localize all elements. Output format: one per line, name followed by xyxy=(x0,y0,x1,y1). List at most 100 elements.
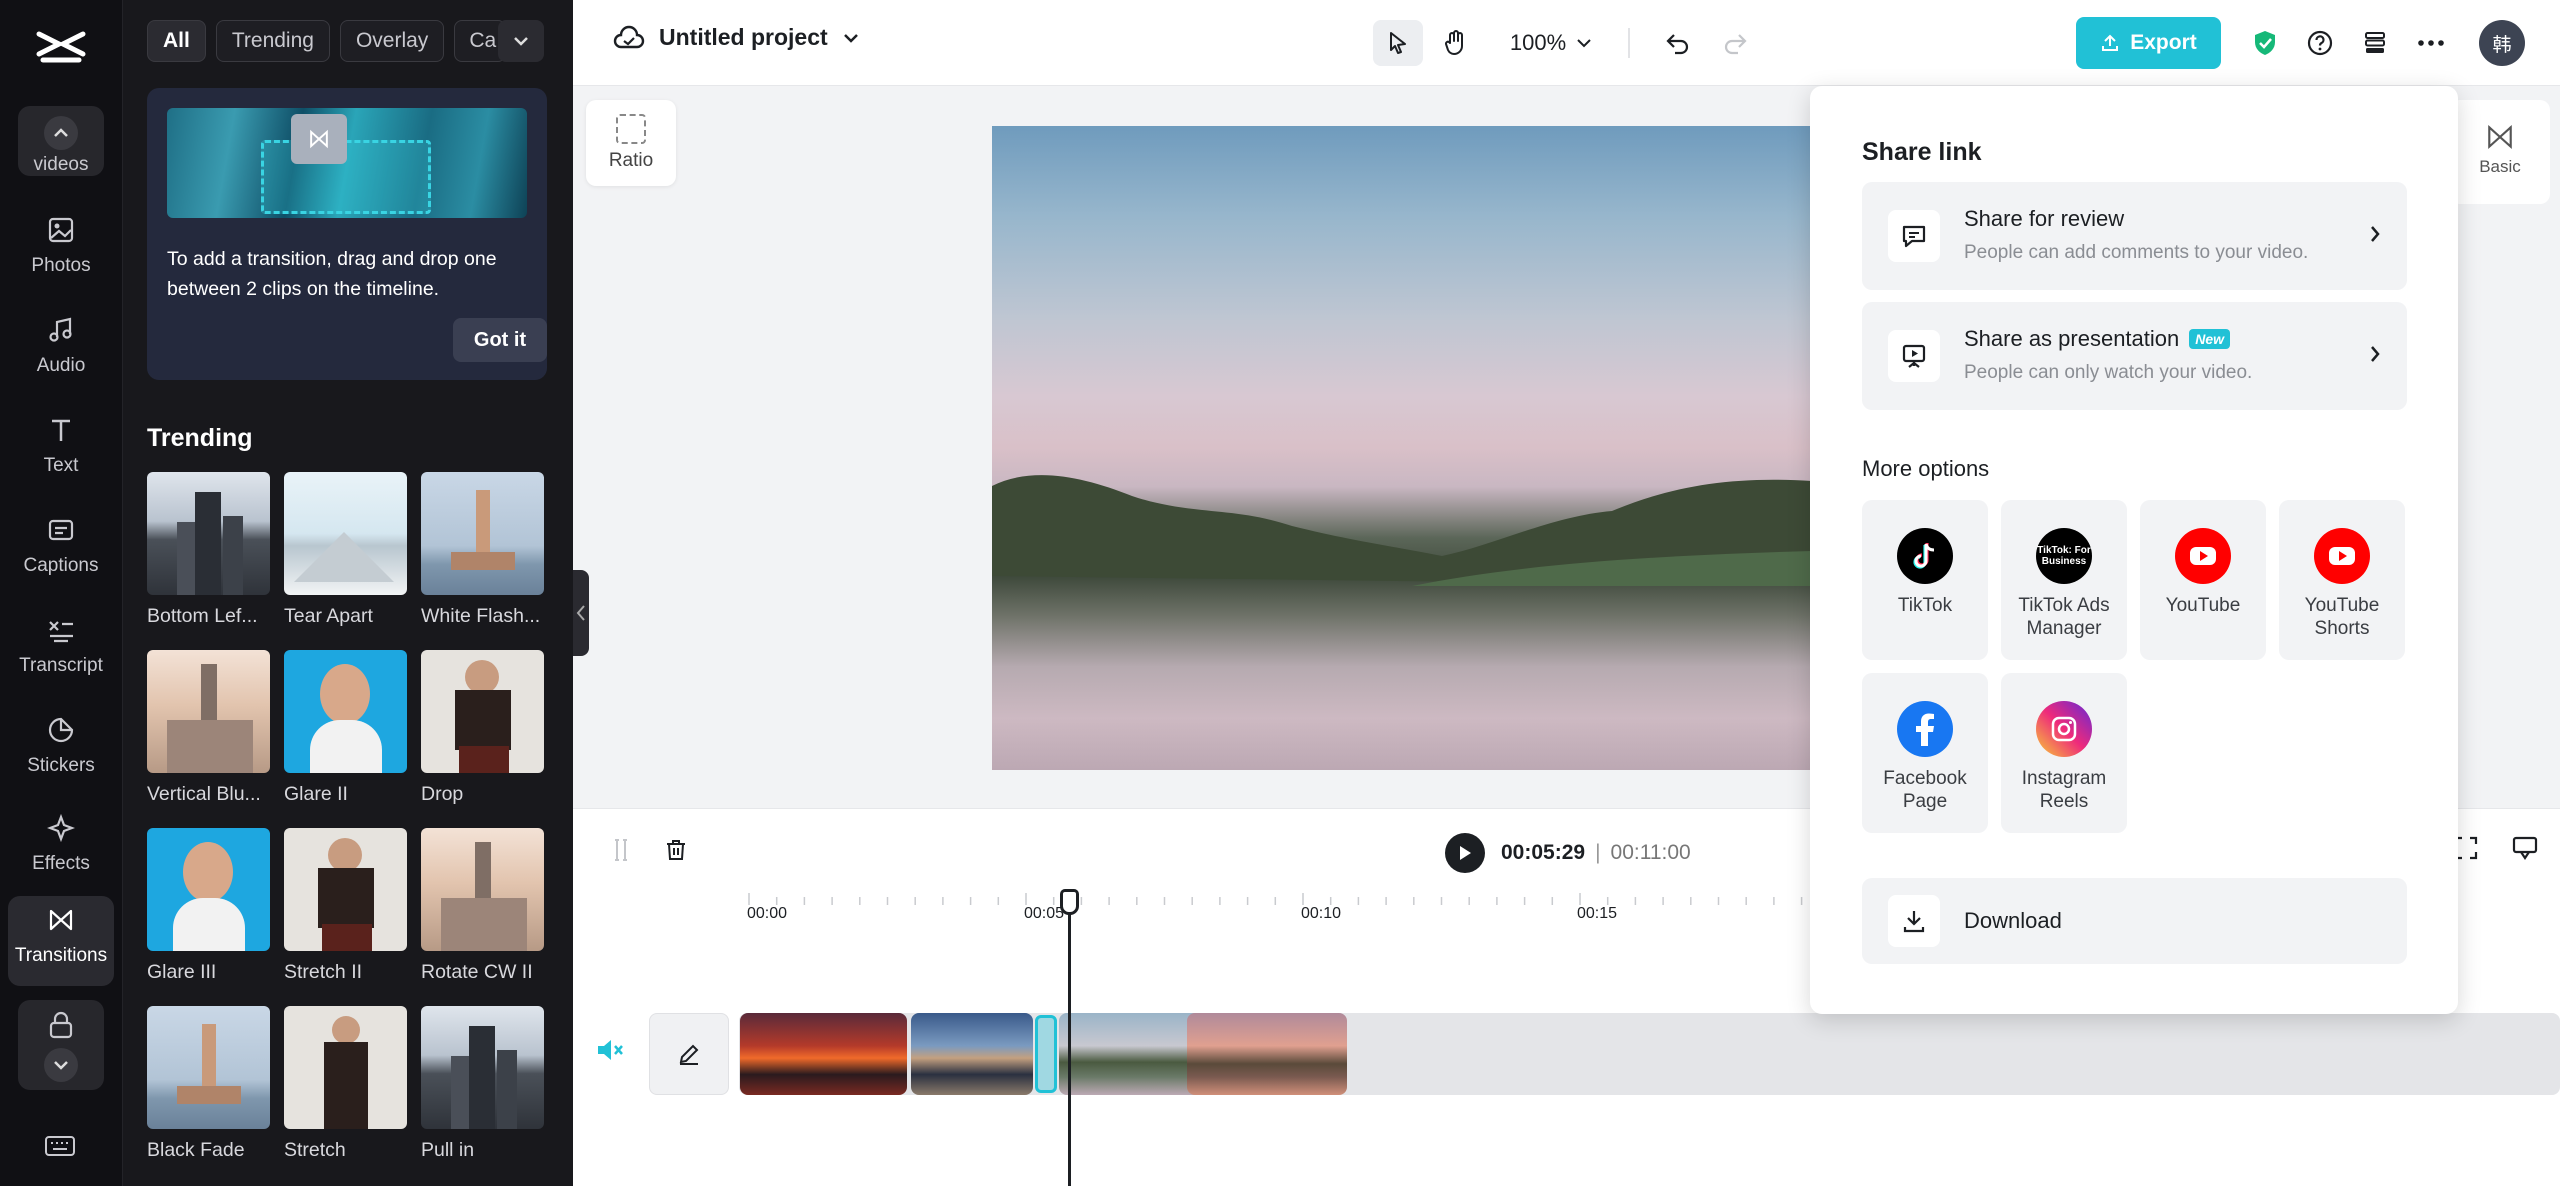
comment-icon xyxy=(1888,210,1940,262)
transition-tile[interactable]: Pull in xyxy=(421,1006,544,1184)
platform-instagram-reels[interactable]: Instagram Reels xyxy=(2001,673,2127,833)
transition-thumbnail xyxy=(421,828,544,951)
transition-tile[interactable]: Stretch xyxy=(284,1006,407,1184)
download-option[interactable]: Download xyxy=(1862,878,2407,964)
transition-name: Stretch xyxy=(284,1139,346,1161)
text-icon xyxy=(52,419,70,441)
split-icon[interactable] xyxy=(609,837,633,868)
platform-tiktok-ads-manager[interactable]: TikTok: For Business TikTok Ads Manager xyxy=(2001,500,2127,660)
more-options-title: More options xyxy=(1862,456,1990,481)
shield-icon xyxy=(2255,31,2275,55)
share-as-presentation-option[interactable]: Share as presentation New People can onl… xyxy=(1862,302,2407,410)
more-options-button[interactable] xyxy=(2409,20,2453,66)
mute-icon[interactable] xyxy=(595,1037,625,1068)
panel-collapse-handle[interactable] xyxy=(573,570,589,656)
platform-facebook-page[interactable]: Facebook Page xyxy=(1862,673,1988,833)
facebook-icon xyxy=(1897,701,1953,757)
ratio-button[interactable]: Ratio xyxy=(586,100,676,186)
ruler-label: 00:05 xyxy=(1024,905,1065,922)
share-for-review-option[interactable]: Share for review People can add comments… xyxy=(1862,182,2407,290)
layers-button[interactable] xyxy=(2353,20,2397,66)
transition-name: Glare III xyxy=(147,961,217,983)
rail-item-transitions[interactable]: Transitions xyxy=(8,896,114,986)
rail-scroll-up[interactable]: videos xyxy=(18,106,104,176)
chip-trending[interactable]: Trending xyxy=(215,20,330,62)
chevron-down-icon[interactable] xyxy=(44,1048,78,1082)
transition-tile[interactable]: Drop xyxy=(421,650,544,828)
presentation-icon xyxy=(1888,330,1940,382)
instagram-icon xyxy=(2036,701,2092,757)
redo-button[interactable] xyxy=(1713,20,1757,66)
platform-youtube-shorts[interactable]: YouTube Shorts xyxy=(2279,500,2405,660)
capcut-logo-icon[interactable] xyxy=(35,26,87,72)
total-time: 00:11:00 xyxy=(1610,841,1691,864)
rail-item-transcript[interactable]: Transcript xyxy=(8,606,114,690)
rail-more[interactable] xyxy=(18,1000,104,1090)
timeline-clip[interactable] xyxy=(740,1013,907,1095)
platform-youtube[interactable]: YouTube xyxy=(2140,500,2266,660)
transition-icon xyxy=(2488,124,2512,150)
option-subtitle: People can add comments to your video. xyxy=(1964,242,2309,263)
comment-icon[interactable] xyxy=(2511,835,2539,866)
transition-tile[interactable]: Rotate CW II xyxy=(421,828,544,1006)
chip-all[interactable]: All xyxy=(147,20,206,62)
transition-tile[interactable]: Tear Apart xyxy=(284,472,407,650)
edit-cover-button[interactable] xyxy=(649,1013,729,1095)
zoom-dropdown[interactable]: 100% xyxy=(1501,20,1601,66)
chevron-down-icon[interactable] xyxy=(842,32,860,44)
transition-tile[interactable]: Glare II xyxy=(284,650,407,828)
transition-tile[interactable]: Stretch II xyxy=(284,828,407,1006)
transition-tile[interactable]: Glare III xyxy=(147,828,270,1006)
project-title[interactable]: Untitled project xyxy=(659,24,828,51)
transition-thumbnail xyxy=(421,1006,544,1129)
download-icon xyxy=(1888,895,1940,947)
play-button[interactable] xyxy=(1445,833,1485,873)
music-icon xyxy=(49,317,72,342)
hand-tool-button[interactable] xyxy=(1431,20,1481,66)
chips-expand-button[interactable] xyxy=(498,20,544,62)
transition-thumbnail xyxy=(284,1006,407,1129)
timeline-clip[interactable] xyxy=(911,1013,1033,1095)
chevron-up-icon[interactable] xyxy=(44,116,78,150)
rail-item-captions[interactable]: Captions xyxy=(8,506,114,590)
shield-button[interactable] xyxy=(2243,20,2287,66)
chevron-down-icon xyxy=(1577,39,1591,48)
transition-name: White Flash... xyxy=(421,605,541,627)
rail-item-text[interactable]: Text xyxy=(8,406,114,490)
timeline-clip[interactable] xyxy=(1187,1013,1347,1095)
delete-icon[interactable] xyxy=(663,837,689,868)
basic-panel-button[interactable]: Basic xyxy=(2450,100,2550,204)
option-title: Share as presentation xyxy=(1964,326,2180,351)
rail-item-effects[interactable]: Effects xyxy=(8,804,114,888)
transition-thumbnail xyxy=(284,828,407,951)
ratio-icon xyxy=(616,114,646,144)
keyboard-icon[interactable] xyxy=(44,1134,76,1163)
rail-item-stickers[interactable]: Stickers xyxy=(8,706,114,790)
video-preview[interactable] xyxy=(992,126,1812,770)
undo-button[interactable] xyxy=(1656,20,1700,66)
user-avatar[interactable]: 韩 xyxy=(2479,20,2525,66)
rail-label-videos: videos xyxy=(33,154,89,175)
effects-icon xyxy=(46,813,76,843)
section-title-trending: Trending xyxy=(147,424,253,452)
rail-label: Text xyxy=(43,455,79,476)
rail-label: Audio xyxy=(36,355,86,376)
export-button[interactable]: Export xyxy=(2076,17,2221,69)
chip-overlay[interactable]: Overlay xyxy=(339,20,445,62)
platform-tiktok[interactable]: TikTok xyxy=(1862,500,1988,660)
transition-tile[interactable]: Black Fade xyxy=(147,1006,270,1184)
transition-tile[interactable]: White Flash... xyxy=(421,472,544,650)
transition-tile[interactable]: Bottom Lef... xyxy=(147,472,270,650)
help-button[interactable] xyxy=(2298,20,2342,66)
transition-marker[interactable] xyxy=(1035,1015,1057,1093)
rail-item-audio[interactable]: Audio xyxy=(8,306,114,390)
playhead[interactable] xyxy=(1060,889,1079,1186)
project-title-area[interactable]: Untitled project xyxy=(613,24,860,51)
playhead-handle[interactable] xyxy=(1060,889,1079,915)
transition-thumbnail xyxy=(147,1006,270,1129)
lock-icon xyxy=(49,1011,73,1039)
select-tool-button[interactable] xyxy=(1373,20,1423,66)
rail-item-photos[interactable]: Photos xyxy=(8,206,114,290)
got-it-button[interactable]: Got it xyxy=(453,318,547,362)
transition-tile[interactable]: Vertical Blu... xyxy=(147,650,270,828)
